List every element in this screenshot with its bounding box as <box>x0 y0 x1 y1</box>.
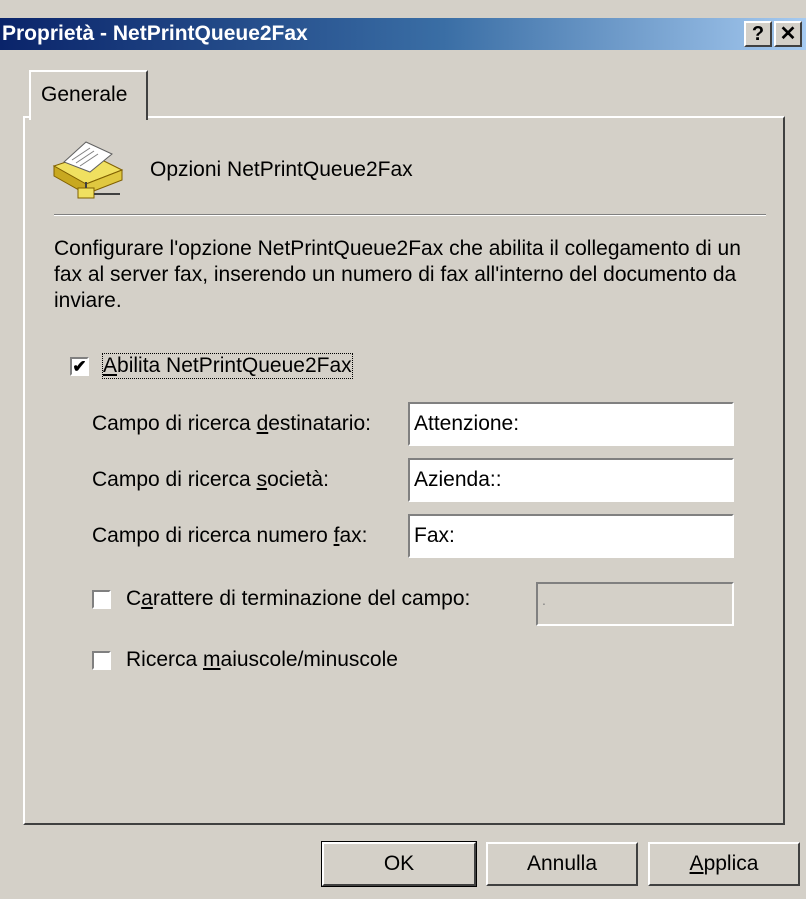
company-field-label: Campo di ricerca società: <box>92 468 329 492</box>
label-part: Campo di ricerca <box>92 412 257 435</box>
help-button[interactable]: ? <box>744 21 772 47</box>
label-part: Campo di ricerca <box>92 468 257 491</box>
apply-label-rest: pplica <box>703 852 759 875</box>
label-accel: d <box>256 412 269 435</box>
label-part: Ricerca <box>126 648 204 671</box>
terminator-input[interactable]: . <box>536 582 734 626</box>
window-title: Proprietà - NetPrintQueue2Fax <box>2 22 308 45</box>
properties-dialog: Proprietà - NetPrintQueue2Fax ? ✕ Genera… <box>0 0 806 899</box>
fax-number-field-input[interactable]: Fax: <box>408 514 734 558</box>
enable-label-rest: bilita NetPrintQueue2Fax <box>117 354 352 377</box>
title-bar[interactable]: Proprietà - NetPrintQueue2Fax ? ✕ <box>0 18 806 50</box>
label-part: ax: <box>339 524 368 547</box>
terminator-checkbox[interactable] <box>92 590 111 609</box>
label-part: ocietà: <box>267 468 329 491</box>
label-part: rattere di terminazione del campo: <box>152 587 471 610</box>
label-part: aiuscole/minuscole <box>220 648 398 671</box>
case-sensitive-label[interactable]: Ricerca maiuscole/minuscole <box>126 648 398 672</box>
label-part: Campo di ricerca numero <box>92 524 334 547</box>
separator <box>54 214 766 216</box>
label-accel: s <box>256 468 268 491</box>
cancel-button[interactable]: Annulla <box>486 842 638 886</box>
tab-generale[interactable]: Generale <box>29 70 148 120</box>
recipient-field-input[interactable]: Attenzione: <box>408 402 734 446</box>
label-accel: a <box>141 587 153 610</box>
fax-number-field-label: Campo di ricerca numero fax: <box>92 524 367 548</box>
ok-button[interactable]: OK <box>321 841 477 887</box>
enable-checkbox[interactable]: ✔ <box>70 357 89 376</box>
terminator-label[interactable]: Carattere di terminazione del campo: <box>126 587 470 611</box>
apply-accel: A <box>689 852 704 875</box>
company-field-input[interactable]: Azienda:: <box>408 458 734 502</box>
label-accel: m <box>203 648 221 671</box>
section-title: Opzioni NetPrintQueue2Fax <box>150 158 413 181</box>
printer-fax-icon <box>50 136 126 200</box>
apply-button[interactable]: Applica <box>648 842 800 886</box>
label-part: C <box>126 587 142 610</box>
close-button[interactable]: ✕ <box>774 21 802 47</box>
recipient-field-label: Campo di ricerca destinatario: <box>92 412 371 436</box>
tab-generale-label: Generale <box>41 83 128 106</box>
label-part: estinatario: <box>268 412 371 435</box>
enable-label-accel: A <box>103 354 118 377</box>
enable-label[interactable]: Abilita NetPrintQueue2Fax <box>102 353 353 379</box>
description-text: Configurare l'opzione NetPrintQueue2Fax … <box>54 237 741 312</box>
case-sensitive-checkbox[interactable] <box>92 651 111 670</box>
